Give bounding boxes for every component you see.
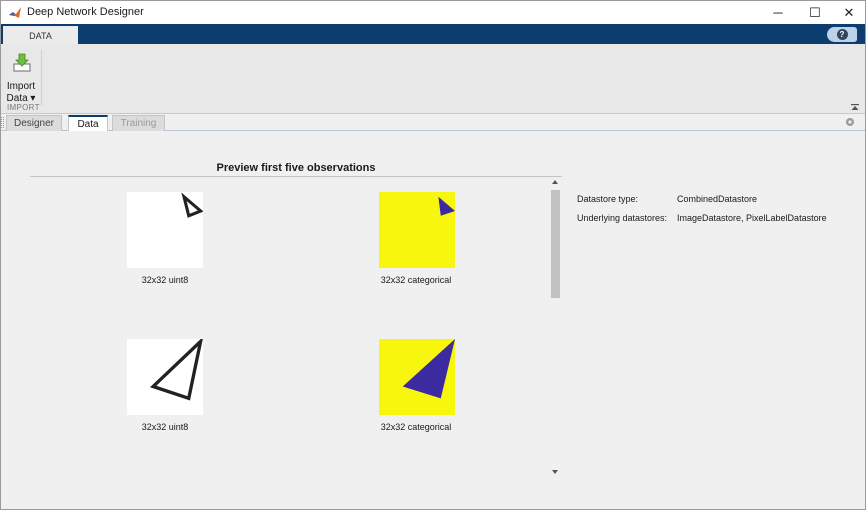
maximize-button[interactable]: ☐ bbox=[798, 1, 832, 24]
preview-scrollbar-thumb[interactable] bbox=[551, 190, 560, 298]
datastore-type-value: CombinedDatastore bbox=[677, 194, 758, 204]
observation-1-input-caption: 32x32 uint8 bbox=[141, 275, 189, 285]
observation-1-label-caption: 32x32 categorical bbox=[380, 275, 452, 285]
help-icon: ? bbox=[836, 29, 848, 40]
toolstrip: Import Data ▾ IMPORT bbox=[0, 44, 866, 114]
close-button[interactable]: ✕ bbox=[832, 1, 866, 24]
scroll-up-arrow-icon[interactable] bbox=[550, 178, 560, 186]
tab-training[interactable]: Training bbox=[112, 115, 165, 131]
panel-options-icon[interactable] bbox=[845, 117, 855, 127]
observation-2-input-image bbox=[127, 339, 203, 415]
window-title: Deep Network Designer bbox=[27, 6, 144, 18]
observation-1-input-image bbox=[127, 192, 203, 268]
import-data-label: Import bbox=[6, 81, 36, 92]
title-bar: Deep Network Designer ─ ☐ ✕ bbox=[0, 0, 866, 24]
observation-1-label-image bbox=[379, 192, 455, 268]
datastore-type-label: Datastore type: bbox=[577, 194, 639, 204]
observation-2-label-caption: 32x32 categorical bbox=[380, 422, 452, 432]
tab-grip-handle[interactable] bbox=[1, 117, 4, 128]
import-data-icon bbox=[13, 53, 31, 72]
underlying-datastores-value: ImageDatastore, PixelLabelDatastore bbox=[677, 213, 827, 223]
data-preview-panel: Preview first five observations 32x32 ui… bbox=[0, 131, 866, 510]
tab-designer[interactable]: Designer bbox=[6, 115, 62, 131]
matlab-app-icon bbox=[9, 7, 21, 18]
import-data-button[interactable]: Import Data ▾ bbox=[3, 50, 39, 104]
group-divider bbox=[41, 50, 42, 106]
import-group-label: IMPORT bbox=[7, 103, 40, 112]
document-tab-bar: Designer Data Training bbox=[0, 114, 866, 131]
observation-2-input-caption: 32x32 uint8 bbox=[141, 422, 189, 432]
minimize-button[interactable]: ─ bbox=[761, 1, 795, 24]
help-button[interactable]: ? bbox=[827, 27, 857, 42]
observation-2-label-image bbox=[379, 339, 455, 415]
scroll-down-arrow-icon[interactable] bbox=[550, 468, 560, 476]
tab-data-preview[interactable]: Data bbox=[68, 115, 108, 131]
ribbon-tab-strip: DATA ? bbox=[0, 24, 866, 44]
collapse-toolstrip-icon[interactable] bbox=[850, 103, 860, 113]
preview-divider bbox=[30, 176, 562, 177]
underlying-datastores-label: Underlying datastores: bbox=[577, 213, 668, 223]
tab-data[interactable]: DATA bbox=[3, 26, 78, 44]
preview-title: Preview first five observations bbox=[216, 162, 376, 174]
